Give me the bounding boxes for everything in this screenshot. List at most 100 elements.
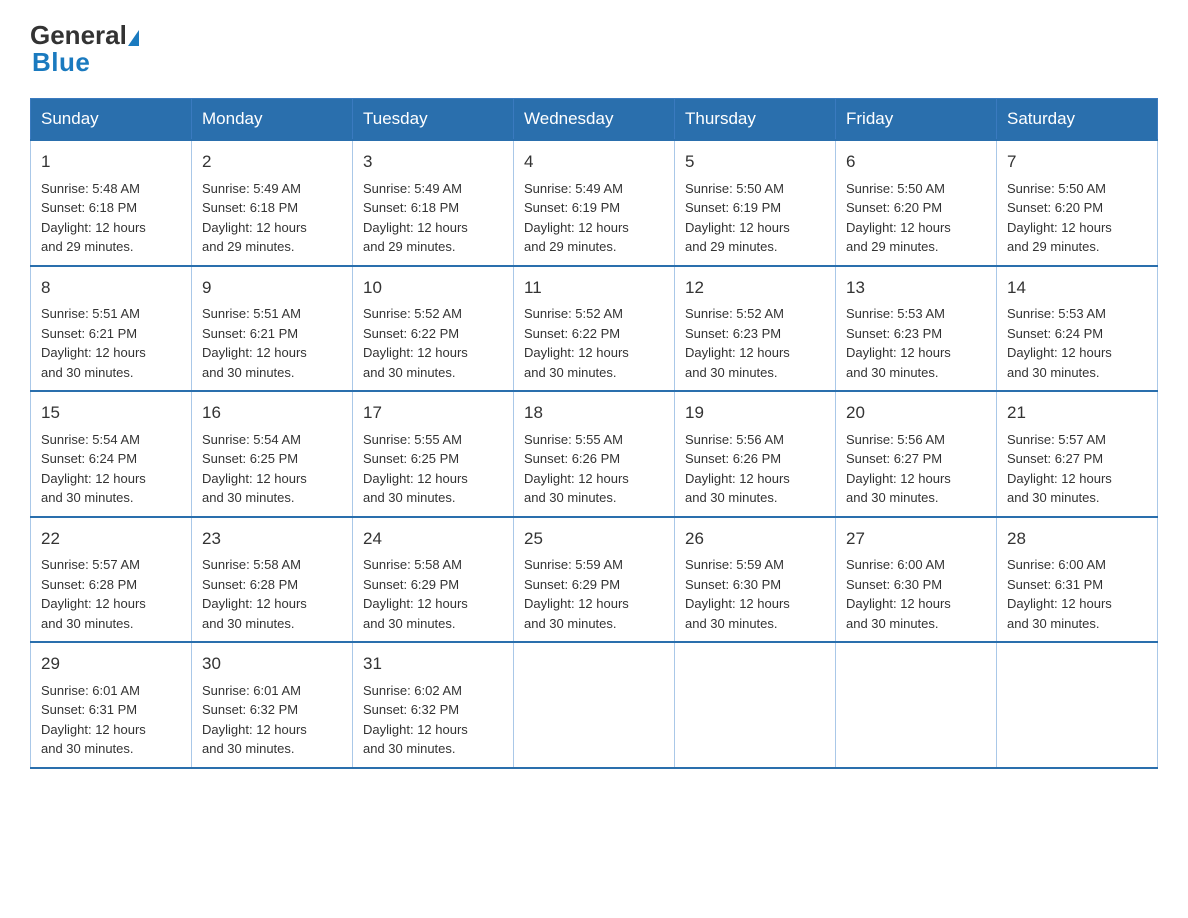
calendar-cell: 27 Sunrise: 6:00 AMSunset: 6:30 PMDayligh…: [836, 517, 997, 643]
calendar-cell: [514, 642, 675, 768]
calendar-cell: 28Sunrise: 6:00 AMSunset: 6:31 PMDayligh…: [997, 517, 1158, 643]
calendar-cell: 17Sunrise: 5:55 AMSunset: 6:25 PMDayligh…: [353, 391, 514, 517]
day-number: 6: [846, 149, 986, 175]
day-info: Sunrise: 5:51 AMSunset: 6:21 PMDaylight:…: [202, 306, 307, 380]
calendar-week-row: 15 Sunrise: 5:54 AMSunset: 6:24 PMDayligh…: [31, 391, 1158, 517]
calendar-cell: 5 Sunrise: 5:50 AMSunset: 6:19 PMDaylight…: [675, 140, 836, 266]
calendar-cell: 24 Sunrise: 5:58 AMSunset: 6:29 PMDayligh…: [353, 517, 514, 643]
calendar-week-row: 29 Sunrise: 6:01 AMSunset: 6:31 PMDayligh…: [31, 642, 1158, 768]
column-header-tuesday: Tuesday: [353, 99, 514, 141]
day-info: Sunrise: 5:53 AMSunset: 6:23 PMDaylight:…: [846, 306, 951, 380]
day-info: Sunrise: 6:02 AMSunset: 6:32 PMDaylight:…: [363, 683, 468, 757]
day-info: Sunrise: 5:50 AMSunset: 6:20 PMDaylight:…: [1007, 181, 1112, 255]
calendar-cell: [997, 642, 1158, 768]
page-header: General Blue: [30, 20, 1158, 78]
day-number: 29: [41, 651, 181, 677]
day-number: 31: [363, 651, 503, 677]
day-info: Sunrise: 5:57 AMSunset: 6:28 PMDaylight:…: [41, 557, 146, 631]
day-info: Sunrise: 5:51 AMSunset: 6:21 PMDaylight:…: [41, 306, 146, 380]
day-number: 19: [685, 400, 825, 426]
day-number: 15: [41, 400, 181, 426]
day-info: Sunrise: 6:01 AMSunset: 6:31 PMDaylight:…: [41, 683, 146, 757]
day-number: 27: [846, 526, 986, 552]
day-number: 22: [41, 526, 181, 552]
calendar-week-row: 8 Sunrise: 5:51 AMSunset: 6:21 PMDaylight…: [31, 266, 1158, 392]
column-header-friday: Friday: [836, 99, 997, 141]
calendar-cell: 16Sunrise: 5:54 AMSunset: 6:25 PMDayligh…: [192, 391, 353, 517]
day-info: Sunrise: 5:49 AMSunset: 6:18 PMDaylight:…: [202, 181, 307, 255]
day-info: Sunrise: 5:59 AMSunset: 6:29 PMDaylight:…: [524, 557, 629, 631]
day-number: 17: [363, 400, 503, 426]
calendar-cell: 19 Sunrise: 5:56 AMSunset: 6:26 PMDayligh…: [675, 391, 836, 517]
day-number: 30: [202, 651, 342, 677]
calendar-cell: 7 Sunrise: 5:50 AMSunset: 6:20 PMDaylight…: [997, 140, 1158, 266]
day-info: Sunrise: 6:00 AMSunset: 6:30 PMDaylight:…: [846, 557, 951, 631]
day-number: 26: [685, 526, 825, 552]
day-number: 25: [524, 526, 664, 552]
calendar-cell: [675, 642, 836, 768]
calendar-cell: [836, 642, 997, 768]
day-number: 8: [41, 275, 181, 301]
day-number: 24: [363, 526, 503, 552]
logo-blue-text: Blue: [32, 47, 90, 78]
day-info: Sunrise: 5:54 AMSunset: 6:25 PMDaylight:…: [202, 432, 307, 506]
day-info: Sunrise: 5:56 AMSunset: 6:26 PMDaylight:…: [685, 432, 790, 506]
day-info: Sunrise: 5:53 AMSunset: 6:24 PMDaylight:…: [1007, 306, 1112, 380]
calendar-cell: 20 Sunrise: 5:56 AMSunset: 6:27 PMDayligh…: [836, 391, 997, 517]
calendar-cell: 29 Sunrise: 6:01 AMSunset: 6:31 PMDayligh…: [31, 642, 192, 768]
column-header-saturday: Saturday: [997, 99, 1158, 141]
day-info: Sunrise: 5:48 AMSunset: 6:18 PMDaylight:…: [41, 181, 146, 255]
day-info: Sunrise: 5:52 AMSunset: 6:22 PMDaylight:…: [524, 306, 629, 380]
calendar-cell: 26Sunrise: 5:59 AMSunset: 6:30 PMDayligh…: [675, 517, 836, 643]
calendar-cell: 21Sunrise: 5:57 AMSunset: 6:27 PMDayligh…: [997, 391, 1158, 517]
day-number: 28: [1007, 526, 1147, 552]
day-number: 14: [1007, 275, 1147, 301]
calendar-cell: 1 Sunrise: 5:48 AMSunset: 6:18 PMDaylight…: [31, 140, 192, 266]
calendar-cell: 30 Sunrise: 6:01 AMSunset: 6:32 PMDayligh…: [192, 642, 353, 768]
calendar-cell: 3 Sunrise: 5:49 AMSunset: 6:18 PMDaylight…: [353, 140, 514, 266]
day-number: 3: [363, 149, 503, 175]
calendar-cell: 13Sunrise: 5:53 AMSunset: 6:23 PMDayligh…: [836, 266, 997, 392]
calendar-cell: 8 Sunrise: 5:51 AMSunset: 6:21 PMDaylight…: [31, 266, 192, 392]
calendar-cell: 6 Sunrise: 5:50 AMSunset: 6:20 PMDaylight…: [836, 140, 997, 266]
day-number: 9: [202, 275, 342, 301]
day-number: 7: [1007, 149, 1147, 175]
day-number: 5: [685, 149, 825, 175]
day-number: 1: [41, 149, 181, 175]
logo: General Blue: [30, 20, 140, 78]
calendar-week-row: 22 Sunrise: 5:57 AMSunset: 6:28 PMDayligh…: [31, 517, 1158, 643]
day-info: Sunrise: 5:55 AMSunset: 6:26 PMDaylight:…: [524, 432, 629, 506]
calendar-cell: 22 Sunrise: 5:57 AMSunset: 6:28 PMDayligh…: [31, 517, 192, 643]
day-info: Sunrise: 5:49 AMSunset: 6:19 PMDaylight:…: [524, 181, 629, 255]
day-info: Sunrise: 5:57 AMSunset: 6:27 PMDaylight:…: [1007, 432, 1112, 506]
day-info: Sunrise: 5:54 AMSunset: 6:24 PMDaylight:…: [41, 432, 146, 506]
calendar-cell: 4 Sunrise: 5:49 AMSunset: 6:19 PMDaylight…: [514, 140, 675, 266]
logo-triangle-icon: [128, 30, 139, 46]
day-number: 4: [524, 149, 664, 175]
day-info: Sunrise: 5:52 AMSunset: 6:23 PMDaylight:…: [685, 306, 790, 380]
day-info: Sunrise: 5:58 AMSunset: 6:28 PMDaylight:…: [202, 557, 307, 631]
calendar-cell: 15 Sunrise: 5:54 AMSunset: 6:24 PMDayligh…: [31, 391, 192, 517]
day-info: Sunrise: 5:49 AMSunset: 6:18 PMDaylight:…: [363, 181, 468, 255]
calendar-table: SundayMondayTuesdayWednesdayThursdayFrid…: [30, 98, 1158, 769]
day-info: Sunrise: 5:50 AMSunset: 6:20 PMDaylight:…: [846, 181, 951, 255]
day-number: 20: [846, 400, 986, 426]
day-number: 11: [524, 275, 664, 301]
day-info: Sunrise: 5:50 AMSunset: 6:19 PMDaylight:…: [685, 181, 790, 255]
calendar-cell: 10Sunrise: 5:52 AMSunset: 6:22 PMDayligh…: [353, 266, 514, 392]
day-number: 23: [202, 526, 342, 552]
calendar-week-row: 1 Sunrise: 5:48 AMSunset: 6:18 PMDaylight…: [31, 140, 1158, 266]
calendar-cell: 23 Sunrise: 5:58 AMSunset: 6:28 PMDayligh…: [192, 517, 353, 643]
day-number: 2: [202, 149, 342, 175]
day-info: Sunrise: 5:56 AMSunset: 6:27 PMDaylight:…: [846, 432, 951, 506]
column-header-thursday: Thursday: [675, 99, 836, 141]
day-info: Sunrise: 5:58 AMSunset: 6:29 PMDaylight:…: [363, 557, 468, 631]
day-number: 10: [363, 275, 503, 301]
calendar-header-row: SundayMondayTuesdayWednesdayThursdayFrid…: [31, 99, 1158, 141]
day-info: Sunrise: 6:01 AMSunset: 6:32 PMDaylight:…: [202, 683, 307, 757]
calendar-cell: 12Sunrise: 5:52 AMSunset: 6:23 PMDayligh…: [675, 266, 836, 392]
calendar-cell: 14 Sunrise: 5:53 AMSunset: 6:24 PMDayligh…: [997, 266, 1158, 392]
day-number: 18: [524, 400, 664, 426]
column-header-wednesday: Wednesday: [514, 99, 675, 141]
calendar-cell: 11 Sunrise: 5:52 AMSunset: 6:22 PMDayligh…: [514, 266, 675, 392]
